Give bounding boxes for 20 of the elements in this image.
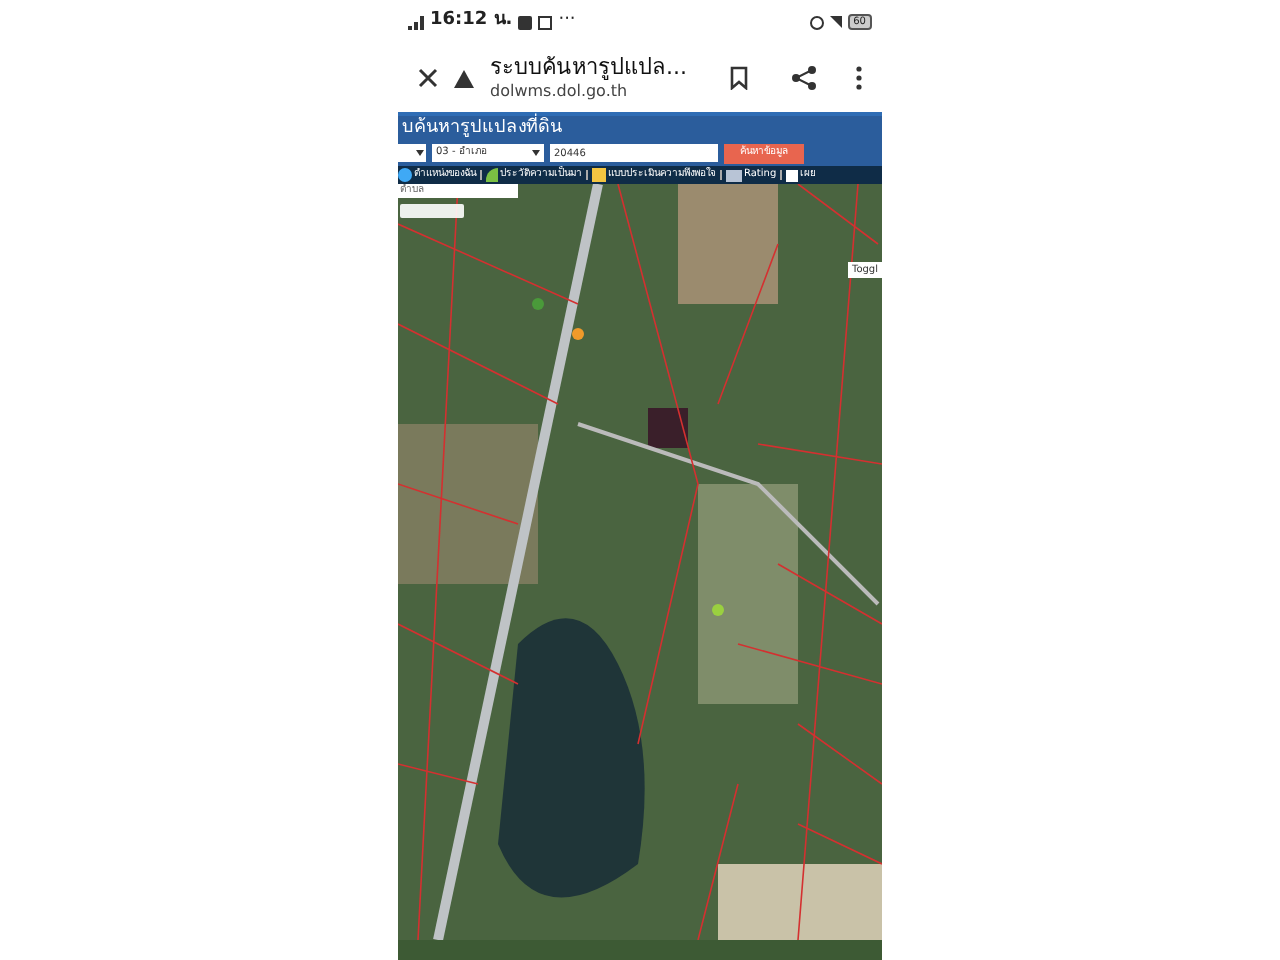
status-time: 16:12 น. (430, 8, 513, 35)
more-notifications: ··· (558, 8, 576, 35)
sprout-icon (486, 168, 498, 182)
checkbox-icon (786, 169, 799, 181)
chart-icon (726, 169, 742, 181)
share-icon[interactable] (792, 66, 816, 90)
warning-icon (454, 69, 474, 87)
signal-icon (408, 15, 424, 29)
alarm-icon (809, 15, 824, 29)
close-button[interactable] (418, 68, 438, 88)
caret-icon (532, 150, 540, 156)
caret-icon (416, 150, 424, 156)
globe-icon (398, 168, 412, 182)
site-title: บค้นหารูปแปลงที่ดิน (398, 116, 882, 140)
page-url: dolwms.dol.go.th (490, 81, 630, 102)
form-icon (592, 168, 606, 182)
more-icon[interactable] (856, 66, 862, 90)
province-select[interactable] (398, 144, 426, 162)
page-title: ระบบค้นหารูปแปล... (490, 54, 689, 82)
bookmark-icon[interactable] (730, 66, 748, 90)
